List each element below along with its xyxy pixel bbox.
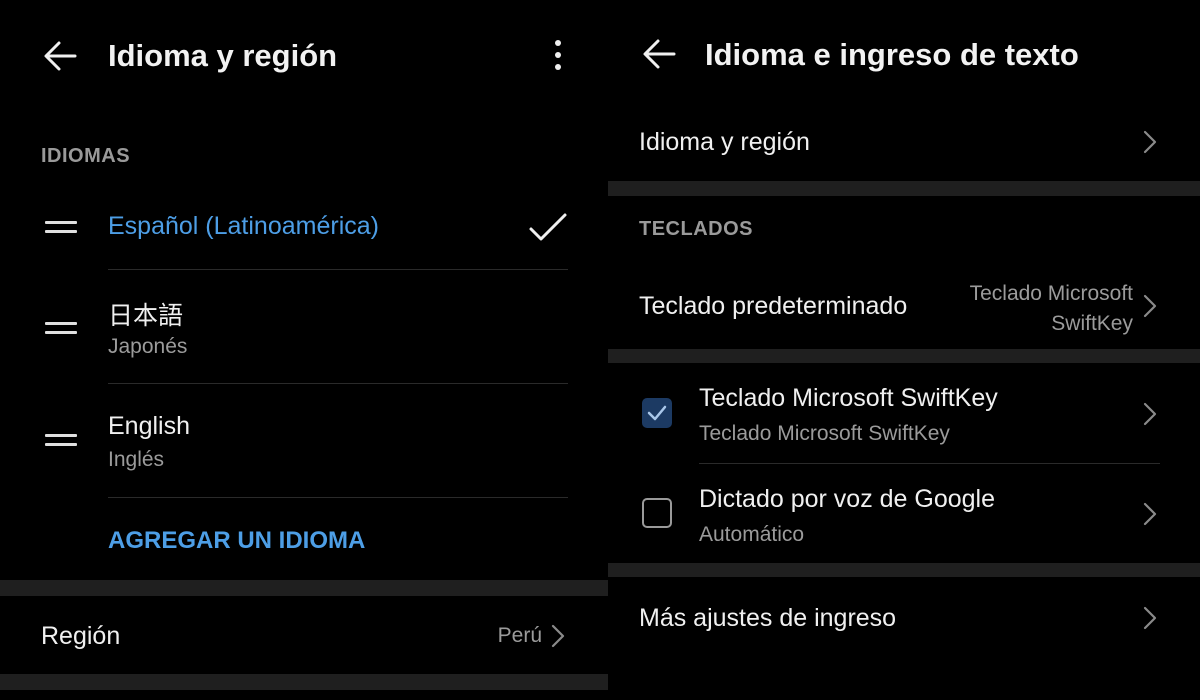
keyboard-name: Teclado Microsoft SwiftKey <box>699 384 998 412</box>
section-separator <box>0 580 608 596</box>
chevron-right-icon <box>1143 130 1157 159</box>
section-separator <box>0 674 608 690</box>
back-arrow-icon[interactable] <box>42 38 78 74</box>
default-keyboard-row[interactable]: Teclado predeterminado Teclado Microsoft… <box>608 268 1200 348</box>
language-item[interactable]: English Inglés <box>0 384 608 497</box>
chevron-right-icon <box>1143 502 1157 531</box>
page-title: Idioma e ingreso de texto <box>705 37 1079 72</box>
add-language-button[interactable]: AGREGAR UN IDIOMA <box>108 527 365 555</box>
language-region-row[interactable]: Idioma y región <box>608 100 1200 180</box>
region-value: Perú <box>497 624 542 647</box>
language-input-screen: Idioma e ingreso de texto Idioma y regió… <box>608 0 1200 700</box>
language-name: Español (Latinoamérica) <box>108 212 379 240</box>
default-keyboard-value: Teclado Microsoft SwiftKey <box>970 279 1133 339</box>
language-name: English <box>108 412 190 440</box>
drag-handle-icon[interactable] <box>45 221 77 235</box>
keyboard-name: Dictado por voz de Google <box>699 485 996 513</box>
checkmark-icon <box>528 212 568 244</box>
keyboard-item[interactable]: Teclado Microsoft SwiftKey Teclado Micro… <box>608 363 1200 463</box>
language-region-label: Idioma y región <box>639 128 810 156</box>
more-input-settings-label: Más ajustes de ingreso <box>639 604 897 632</box>
default-keyboard-label: Teclado predeterminado <box>639 292 908 320</box>
keyboards-section-header: TECLADOS <box>639 218 753 240</box>
checkbox-icon[interactable] <box>642 398 672 428</box>
section-separator <box>608 181 1200 196</box>
language-name: 日本語 <box>108 302 184 330</box>
language-region-screen: Idioma y región IDIOMAS Español (Latinoa… <box>0 0 608 700</box>
default-keyboard-value-line: SwiftKey <box>1051 312 1133 335</box>
more-vert-icon[interactable] <box>546 37 570 77</box>
checkbox-icon[interactable] <box>642 498 672 528</box>
page-title: Idioma y región <box>108 38 338 73</box>
region-label: Región <box>41 622 121 650</box>
drag-handle-icon[interactable] <box>45 434 77 448</box>
chevron-right-icon <box>1143 606 1157 635</box>
section-separator <box>608 349 1200 363</box>
default-keyboard-value-line: Teclado Microsoft <box>969 282 1133 305</box>
language-item[interactable]: 日本語 Japonés <box>0 270 608 383</box>
region-row[interactable]: Región Perú <box>0 596 608 674</box>
language-subtitle: Japonés <box>108 335 188 358</box>
keyboard-subtitle: Teclado Microsoft SwiftKey <box>699 422 950 445</box>
chevron-right-icon <box>1143 294 1157 323</box>
chevron-right-icon <box>1143 402 1157 431</box>
languages-section-header: IDIOMAS <box>41 145 131 167</box>
drag-handle-icon[interactable] <box>45 322 77 336</box>
divider <box>108 497 568 498</box>
chevron-right-icon <box>551 624 565 653</box>
keyboard-item[interactable]: Dictado por voz de Google Automático <box>608 464 1200 563</box>
back-arrow-icon[interactable] <box>641 36 677 72</box>
language-subtitle: Inglés <box>108 448 165 471</box>
section-separator <box>608 563 1200 577</box>
more-input-settings-row[interactable]: Más ajustes de ingreso <box>608 577 1200 662</box>
language-item[interactable]: Español (Latinoamérica) <box>0 196 608 268</box>
keyboard-subtitle: Automático <box>699 523 805 546</box>
